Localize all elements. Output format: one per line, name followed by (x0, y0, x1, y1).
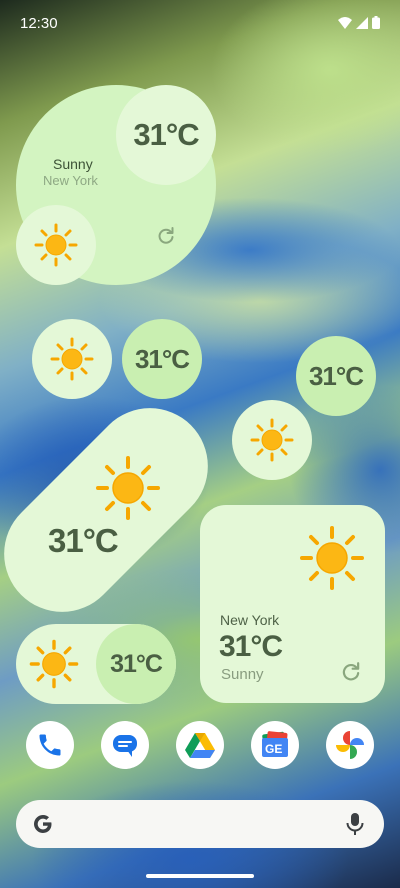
right-widget-temperature: 31°C (308, 360, 364, 391)
refresh-icon[interactable] (340, 661, 362, 683)
large-widget-sun-bubble (16, 205, 96, 285)
horizontal-widget-temperature: 31°C (110, 649, 163, 678)
sun-icon (34, 223, 78, 267)
photos-app[interactable] (326, 721, 374, 769)
news-icon: GE (262, 731, 288, 757)
small-sun-widget[interactable] (32, 319, 112, 399)
gesture-nav-handle[interactable] (146, 874, 254, 878)
large-widget-condition: Sunny (53, 156, 93, 172)
small-temp-widget[interactable]: 31°C (122, 319, 202, 399)
right-temp-widget[interactable]: 31°C (296, 336, 376, 416)
phone-icon (39, 734, 61, 756)
google-g-icon[interactable] (31, 812, 55, 836)
large-widget-city: New York (43, 173, 98, 188)
card-widget-city: New York (220, 612, 280, 628)
sun-icon (96, 456, 160, 520)
small-widget-temperature: 31°C (134, 343, 190, 374)
status-bar: 12:30 (0, 0, 400, 46)
phone-app[interactable] (26, 721, 74, 769)
battery-icon (372, 16, 380, 29)
status-icons (338, 16, 380, 29)
signal-icon (356, 16, 368, 29)
status-time: 12:30 (20, 15, 58, 32)
wifi-icon (338, 16, 352, 29)
large-widget-temperature: 31°C (133, 117, 199, 152)
sun-icon (300, 526, 364, 590)
diagonal-widget-temperature: 31°C (48, 522, 119, 559)
refresh-icon[interactable] (156, 226, 176, 246)
large-widget-temp-bubble: 31°C (116, 85, 216, 185)
photos-icon (336, 731, 364, 759)
card-widget-condition: Sunny (221, 666, 264, 683)
drive-app[interactable] (176, 721, 224, 769)
right-sun-widget[interactable] (232, 400, 312, 480)
microphone-icon[interactable] (344, 812, 366, 836)
drive-icon (185, 733, 215, 758)
news-app[interactable]: GE (251, 721, 299, 769)
messages-app[interactable] (101, 721, 149, 769)
sun-icon (250, 418, 294, 462)
horizontal-widget-temp-bubble: 31°C (96, 624, 176, 704)
sun-icon (50, 337, 94, 381)
card-widget-temperature: 31°C (219, 630, 283, 663)
sun-icon (29, 639, 79, 689)
google-search-bar[interactable] (16, 800, 384, 848)
svg-text:GE: GE (265, 742, 282, 756)
messages-icon (113, 735, 137, 757)
